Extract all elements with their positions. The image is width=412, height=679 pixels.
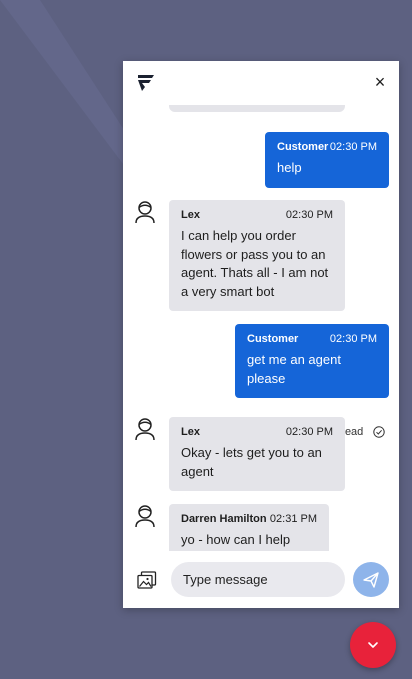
chat-header: × (123, 61, 399, 105)
minimize-chat-button[interactable] (350, 622, 396, 668)
message-time: 02:31 PM (269, 513, 317, 525)
message-incoming: Darren Hamilton 02:31 PM yo - how can I … (169, 504, 329, 551)
message-list[interactable]: Customer 02:30 PM help Lex 02:30 PM I ca… (123, 105, 399, 551)
message-sender: Customer (277, 141, 329, 153)
brand-logo-icon (138, 75, 154, 91)
message-text: I can help you order flowers or pass you… (181, 228, 329, 299)
message-incoming: Lex 02:30 PM I can help you order flower… (169, 200, 345, 311)
message-sender: Lex (181, 426, 200, 438)
message-text: Okay - lets get you to an agent (181, 445, 322, 479)
message-sender: Darren Hamilton (181, 513, 267, 525)
message-composer (123, 551, 399, 608)
previous-message-partial (169, 105, 345, 112)
chevron-down-icon (368, 642, 378, 648)
image-attachment-icon[interactable] (137, 571, 157, 589)
close-icon: × (374, 72, 386, 92)
message-time: 02:30 PM (285, 209, 333, 221)
message-input[interactable] (171, 562, 345, 597)
agent-avatar-icon (135, 505, 155, 528)
message-text: yo - how can I help (181, 532, 291, 547)
check-circle-icon (373, 426, 385, 438)
message-text: get me an agent please (247, 352, 341, 386)
message-sender: Customer (247, 333, 299, 345)
message-time: 02:30 PM (329, 333, 377, 345)
message-time: 02:30 PM (329, 141, 377, 153)
message-time: 02:30 PM (285, 426, 333, 438)
message-outgoing: Customer 02:30 PM get me an agent please (235, 324, 389, 398)
bot-avatar-icon (135, 418, 155, 441)
message-outgoing: Customer 02:30 PM help (265, 132, 389, 188)
bot-avatar-icon (135, 201, 155, 224)
message-incoming: Lex 02:30 PM Okay - lets get you to an a… (169, 417, 345, 491)
chat-widget: × Customer 02:30 PM help Lex 02:30 PM I … (123, 61, 399, 608)
message-sender: Lex (181, 209, 200, 221)
message-text: help (277, 160, 302, 175)
send-button[interactable] (353, 562, 389, 597)
close-button[interactable]: × (371, 73, 389, 91)
paper-plane-icon (363, 571, 379, 588)
